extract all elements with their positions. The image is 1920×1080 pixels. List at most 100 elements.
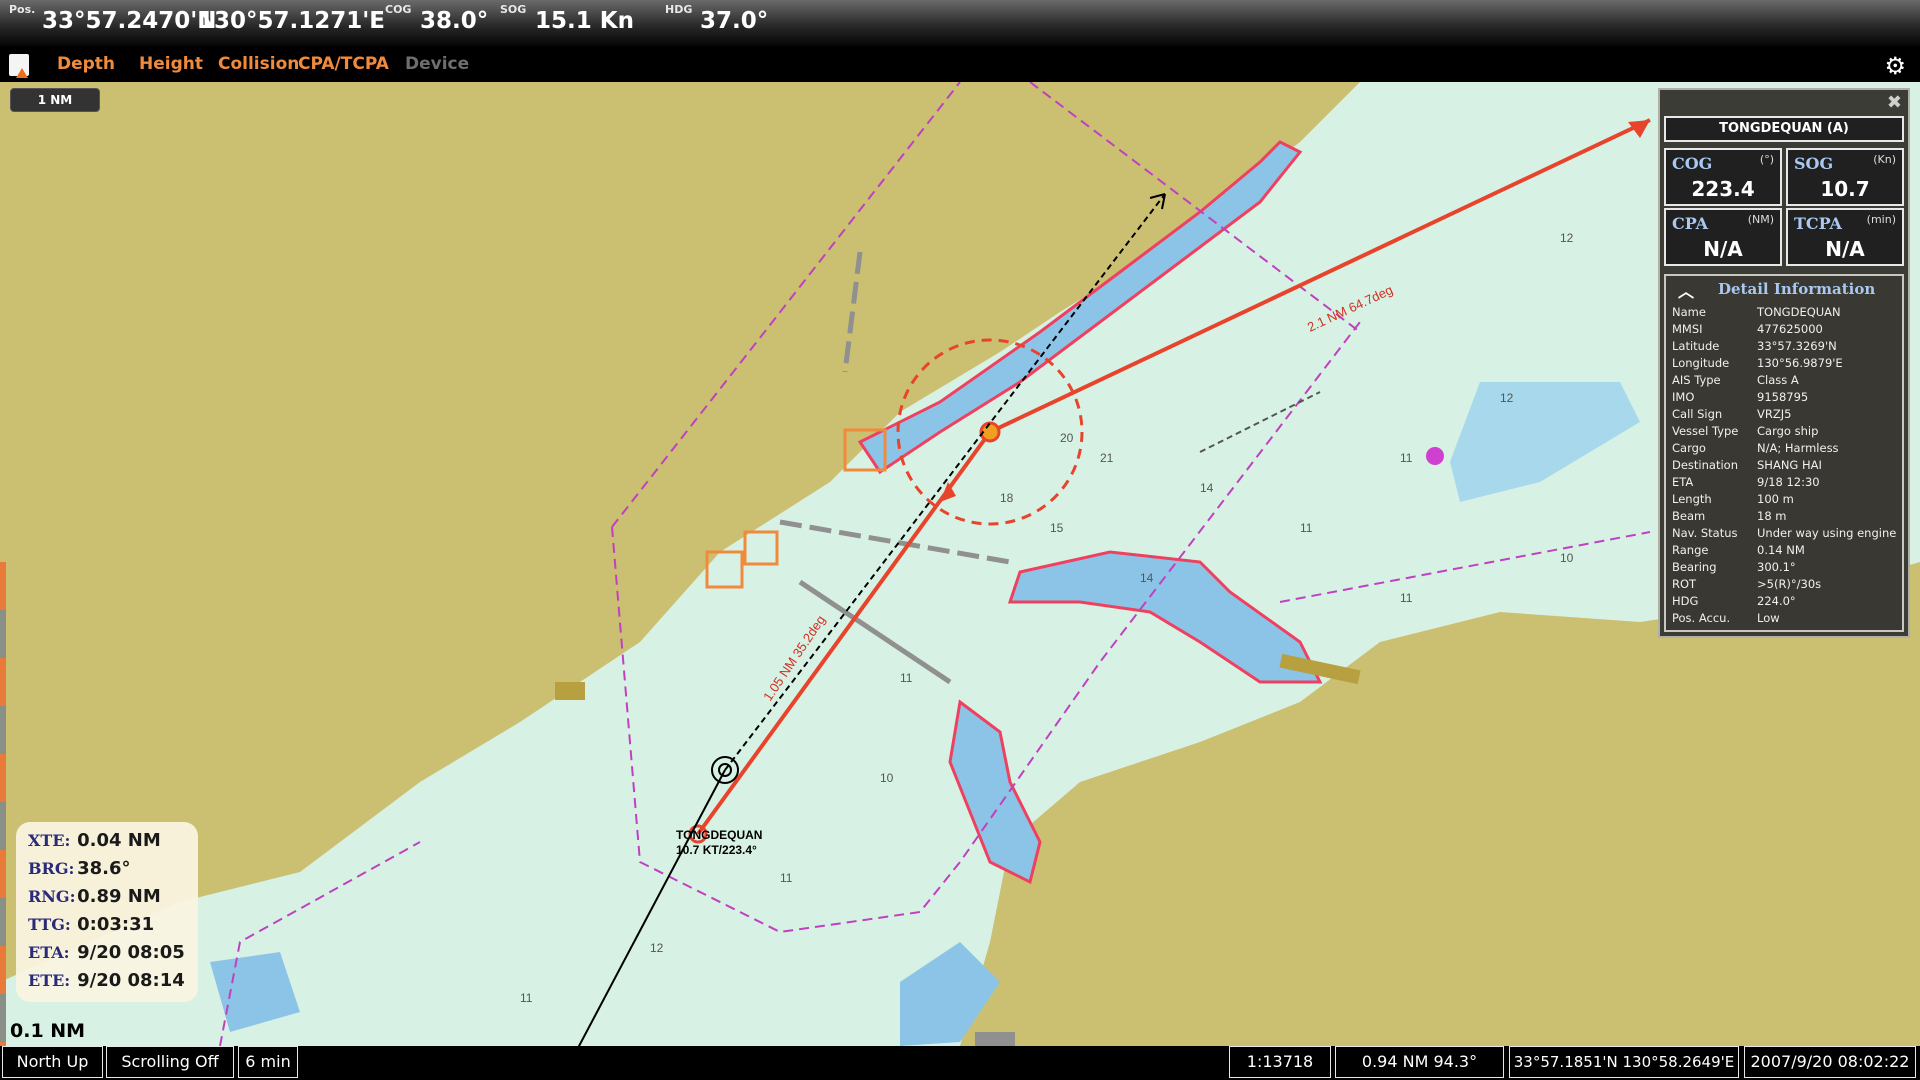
detail-key: Call Sign [1672,407,1723,421]
detail-row: Latitude 33°57.3269'N [1672,339,1896,356]
svg-text:11: 11 [1400,451,1413,465]
ownship-sog: 15.1 Kn [535,8,634,34]
detail-value: 224.0° [1757,594,1796,608]
rng-value: 0.89 NM [77,886,161,907]
svg-text:11: 11 [780,871,793,885]
detail-value: Low [1757,611,1780,625]
detail-value: 300.1° [1757,560,1796,574]
detail-value: SHANG HAI [1757,458,1822,472]
detail-row: Destination SHANG HAI [1672,458,1896,475]
detail-row: Range 0.14 NM [1672,543,1896,560]
route-info-row: XTE: 0.04 NM [28,830,198,858]
ownship-cog: 38.0° [420,8,489,34]
svg-text:21: 21 [1100,451,1114,465]
route-info-row: RNG: 0.89 NM [28,886,198,914]
ete-label: ETE: [28,971,71,990]
chart-scale: 1:13718 [1229,1046,1331,1078]
detail-row: Beam 18 m [1672,509,1896,526]
svg-text:14: 14 [1200,481,1214,495]
menu-collision[interactable]: Collision [218,54,299,74]
menu-cpa-tcpa[interactable]: CPA/TCPA [298,54,389,74]
detail-key: Longitude [1672,356,1730,370]
detail-key: Latitude [1672,339,1720,353]
detail-value: Under way using engine [1757,526,1897,540]
target-sog-cell: SOG (Kn) 10.7 [1786,148,1904,206]
detail-key: MMSI [1672,322,1703,336]
detail-value: 33°57.3269'N [1757,339,1837,353]
eta-label: ETA: [28,943,70,962]
detail-value: TONGDEQUAN [1757,305,1841,319]
target-tcpa-cell: TCPA (min) N/A [1786,208,1904,266]
detail-key: Name [1672,305,1706,319]
detail-value: 130°56.9879'E [1757,356,1843,370]
ete-value: 9/20 08:14 [77,970,185,991]
detail-information-section: ︿ Detail Information Name TONGDEQUAN MMSI 4… [1664,274,1904,632]
detail-value: 0.14 NM [1757,543,1805,557]
svg-text:20: 20 [1060,431,1074,445]
detail-row: HDG 224.0° [1672,594,1896,611]
nautical-chart[interactable]: 202118 151411 111212 111011 111219 14111… [0,82,1920,1046]
detail-row: Pos. Accu. Low [1672,611,1896,628]
sog-cell-unit: (Kn) [1873,153,1896,166]
detail-value: 477625000 [1757,322,1823,336]
menu-device[interactable]: Device [405,54,469,74]
scrolling-button[interactable]: Scrolling Off [106,1046,234,1078]
detail-key: ETA [1672,475,1694,489]
detail-key: IMO [1672,390,1695,404]
brg-value: 38.6° [77,858,131,879]
detail-row: IMO 9158795 [1672,390,1896,407]
chart-canvas[interactable]: 202118 151411 111212 111011 111219 14111… [0,82,1920,1046]
scale-indicator-bottom: 0.1 NM [10,1020,86,1042]
land-feature [555,682,585,700]
svg-text:12: 12 [1560,231,1574,245]
left-edge-scale-strip [0,562,6,1046]
orientation-button[interactable]: North Up [2,1046,103,1078]
water-area [0,82,1920,1046]
svg-text:11: 11 [1300,521,1313,535]
svg-text:12: 12 [1500,391,1514,405]
menu-height[interactable]: Height [139,54,203,74]
route-info-row: BRG: 38.6° [28,858,198,886]
close-icon[interactable]: ✖ [1887,92,1902,113]
detail-value: 100 m [1757,492,1794,506]
svg-text:18: 18 [1000,491,1014,505]
detail-row: Name TONGDEQUAN [1672,305,1896,322]
route-info-row: ETA: 9/20 08:05 [28,942,198,970]
detail-key: Destination [1672,458,1738,472]
svg-text:12: 12 [650,941,664,955]
target-vessel-motion: 10.7 KT/223.4° [676,843,757,857]
menu-depth[interactable]: Depth [57,54,115,74]
rng-label: RNG: [28,887,76,906]
danger-marker [1426,447,1444,465]
cpa-cell-label: CPA [1672,214,1709,233]
cog-cell-label: COG [1672,154,1713,173]
target-vessel-name: TONGDEQUAN [676,828,762,842]
detail-key: Bearing [1672,560,1717,574]
detail-key: Nav. Status [1672,526,1738,540]
ownship-latitude: 33°57.2470'N [42,8,217,34]
detail-value: >5(R)°/30s [1757,577,1822,591]
detail-value: Cargo ship [1757,424,1819,438]
detail-value: N/A; Harmless [1757,441,1839,455]
position-label: Pos. [9,3,36,16]
menu-bar: Depth Height Collision CPA/TCPA Device ⚙ [0,46,1920,82]
detail-key: AIS Type [1672,373,1721,387]
detail-key: Range [1672,543,1709,557]
ownship-status-bar: Pos. 33°57.2470'N 130°57.1271'E COG 38.0… [0,0,1920,46]
alarm-app-icon[interactable] [9,54,29,78]
detail-row: Bearing 300.1° [1672,560,1896,577]
route-info-row: ETE: 9/20 08:14 [28,970,198,998]
sog-label: SOG [500,3,527,16]
detail-value: Class A [1757,373,1799,387]
vector-time-button[interactable]: 6 min [238,1046,298,1078]
detail-row: Nav. Status Under way using engine [1672,526,1896,543]
chevron-up-icon[interactable]: ︿ [1678,278,1694,302]
target-title: TONGDEQUAN (A) [1664,116,1904,142]
xte-value: 0.04 NM [77,830,161,851]
route-info-row: TTG: 0:03:31 [28,914,198,942]
detail-key: ROT [1672,577,1697,591]
sog-cell-label: SOG [1794,154,1834,173]
gear-icon[interactable]: ⚙ [1884,52,1906,80]
tcpa-cell-value: N/A [1825,237,1865,261]
ttg-value: 0:03:31 [77,914,155,935]
